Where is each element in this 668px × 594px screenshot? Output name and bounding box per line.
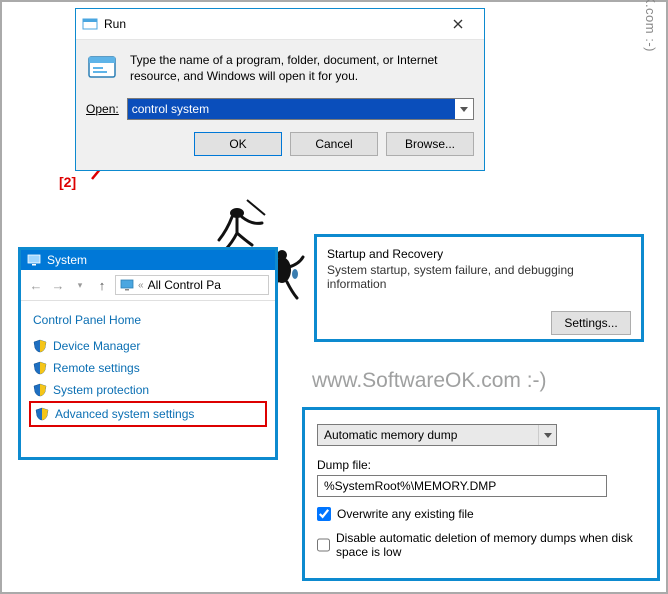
browse-button[interactable]: Browse... — [386, 132, 474, 156]
nav-forward-icon[interactable]: → — [49, 278, 67, 293]
open-input[interactable] — [128, 99, 455, 119]
run-body: Type the name of a program, folder, docu… — [76, 40, 484, 94]
disable-delete-checkbox-row[interactable]: Disable automatic deletion of memory dum… — [317, 531, 645, 559]
dump-type-combobox[interactable]: Automatic memory dump — [317, 424, 557, 446]
overwrite-checkbox[interactable] — [317, 507, 331, 521]
sidebar-item-system-protection[interactable]: System protection — [29, 379, 267, 401]
dump-file-input[interactable] — [317, 475, 607, 497]
open-combobox[interactable] — [127, 98, 474, 120]
system-title-text: System — [47, 253, 87, 267]
startup-title: Startup and Recovery — [327, 247, 631, 261]
run-open-row: Open: — [76, 94, 484, 132]
sidebar-item-label: Device Manager — [53, 339, 140, 353]
system-nav: ← → ▾ ↑ « All Control Pa — [21, 270, 275, 301]
annotation-2: [2] — [59, 174, 76, 190]
open-label: Open: — [86, 102, 119, 116]
watermark-center: www.SoftwareOK.com :-) — [312, 369, 547, 393]
chevron-down-icon[interactable]: ▾ — [71, 280, 89, 291]
run-program-icon — [86, 52, 120, 86]
address-text: All Control Pa — [148, 278, 221, 292]
run-button-row: OK Cancel Browse... — [76, 132, 484, 170]
sidebar-item-label: Advanced system settings — [55, 407, 194, 421]
overwrite-checkbox-row[interactable]: Overwrite any existing file — [317, 507, 645, 521]
system-titlebar: System — [21, 250, 275, 270]
chevron-down-icon[interactable] — [538, 425, 556, 445]
settings-button[interactable]: Settings... — [551, 311, 631, 335]
run-description: Type the name of a program, folder, docu… — [130, 52, 474, 86]
shield-icon — [33, 339, 47, 353]
watermark-vertical: www.SoftwareOK.com :-) — [643, 0, 658, 52]
sidebar-item-label: System protection — [53, 383, 149, 397]
system-window: System ← → ▾ ↑ « All Control Pa Control … — [18, 247, 278, 460]
run-titlebar: Run — [76, 9, 484, 40]
ok-button[interactable]: OK — [194, 132, 282, 156]
dump-type-value: Automatic memory dump — [318, 428, 538, 442]
control-panel-home[interactable]: Control Panel Home — [21, 301, 275, 335]
run-dialog: Run Type the name of a program, folder, … — [75, 8, 485, 171]
shield-icon — [35, 407, 49, 421]
shield-icon — [33, 361, 47, 375]
chevron-down-icon[interactable] — [455, 99, 473, 119]
dump-file-label: Dump file: — [317, 458, 645, 472]
sidebar-item-label: Remote settings — [53, 361, 140, 375]
disable-delete-checkbox[interactable] — [317, 538, 330, 552]
nav-back-icon[interactable]: ← — [27, 278, 45, 293]
nav-up-icon[interactable]: ↑ — [93, 278, 111, 293]
startup-recovery-panel: Startup and Recovery System startup, sys… — [314, 234, 644, 342]
sidebar-item-device-manager[interactable]: Device Manager — [29, 335, 267, 357]
address-bar[interactable]: « All Control Pa — [115, 275, 269, 295]
sidebar-item-advanced-system-settings[interactable]: Advanced system settings — [29, 401, 267, 427]
dump-settings-panel: Automatic memory dump Dump file: Overwri… — [302, 407, 660, 581]
close-button[interactable] — [438, 13, 478, 35]
run-app-icon — [82, 17, 98, 31]
startup-subtitle: System startup, system failure, and debu… — [327, 263, 631, 291]
shield-icon — [33, 383, 47, 397]
monitor-icon — [27, 254, 41, 266]
monitor-icon — [120, 279, 134, 291]
sidebar-item-remote-settings[interactable]: Remote settings — [29, 357, 267, 379]
disable-delete-label: Disable automatic deletion of memory dum… — [336, 531, 645, 559]
run-title-text: Run — [104, 17, 438, 31]
cancel-button[interactable]: Cancel — [290, 132, 378, 156]
overwrite-label: Overwrite any existing file — [337, 507, 474, 521]
system-link-list: Device Manager Remote settings System pr… — [21, 335, 275, 429]
